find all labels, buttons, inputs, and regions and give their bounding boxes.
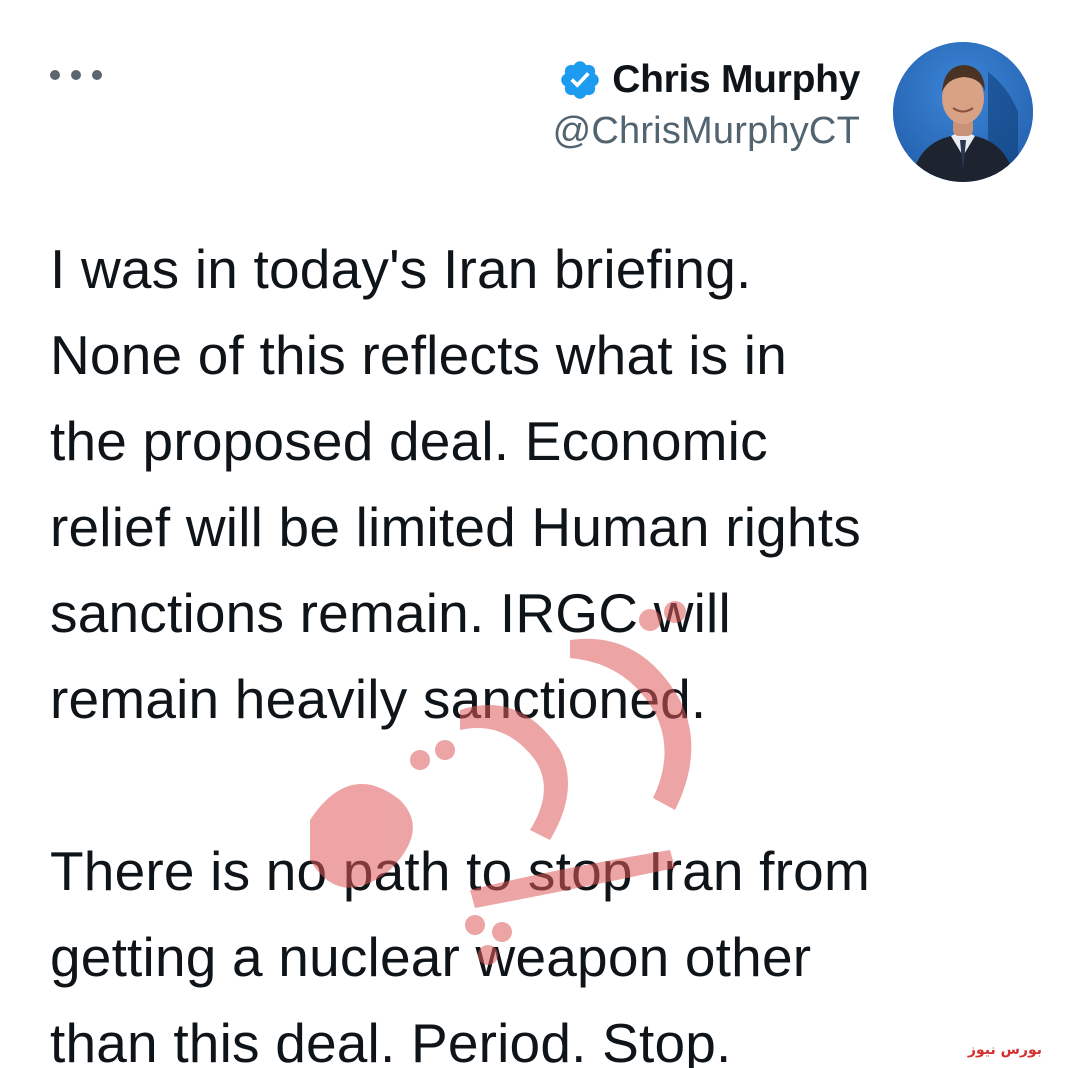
- tweet-text: I was in today's Iran briefing. None of …: [50, 226, 1050, 1068]
- corner-watermark: بورس نیوز: [967, 1042, 1042, 1058]
- verified-badge-icon: [561, 61, 600, 99]
- tweet-paragraph-1: I was in today's Iran briefing. None of …: [50, 238, 861, 730]
- author-display-name[interactable]: Chris Murphy: [612, 58, 860, 102]
- avatar-photo: [893, 42, 1033, 182]
- author-name-row: Chris Murphy: [553, 52, 860, 108]
- more-options-icon-dot: [71, 70, 81, 80]
- more-options-icon-dot: [50, 70, 60, 80]
- author-handle[interactable]: @ChrisMurphyCT: [553, 110, 860, 153]
- tweet-author[interactable]: Chris Murphy @ChrisMurphyCT: [553, 52, 861, 153]
- more-options-button[interactable]: [50, 60, 102, 90]
- avatar[interactable]: [893, 42, 1033, 182]
- more-options-icon-dot: [92, 70, 102, 80]
- tweet-paragraph-2: There is no path to stop Iran from getti…: [50, 840, 870, 1068]
